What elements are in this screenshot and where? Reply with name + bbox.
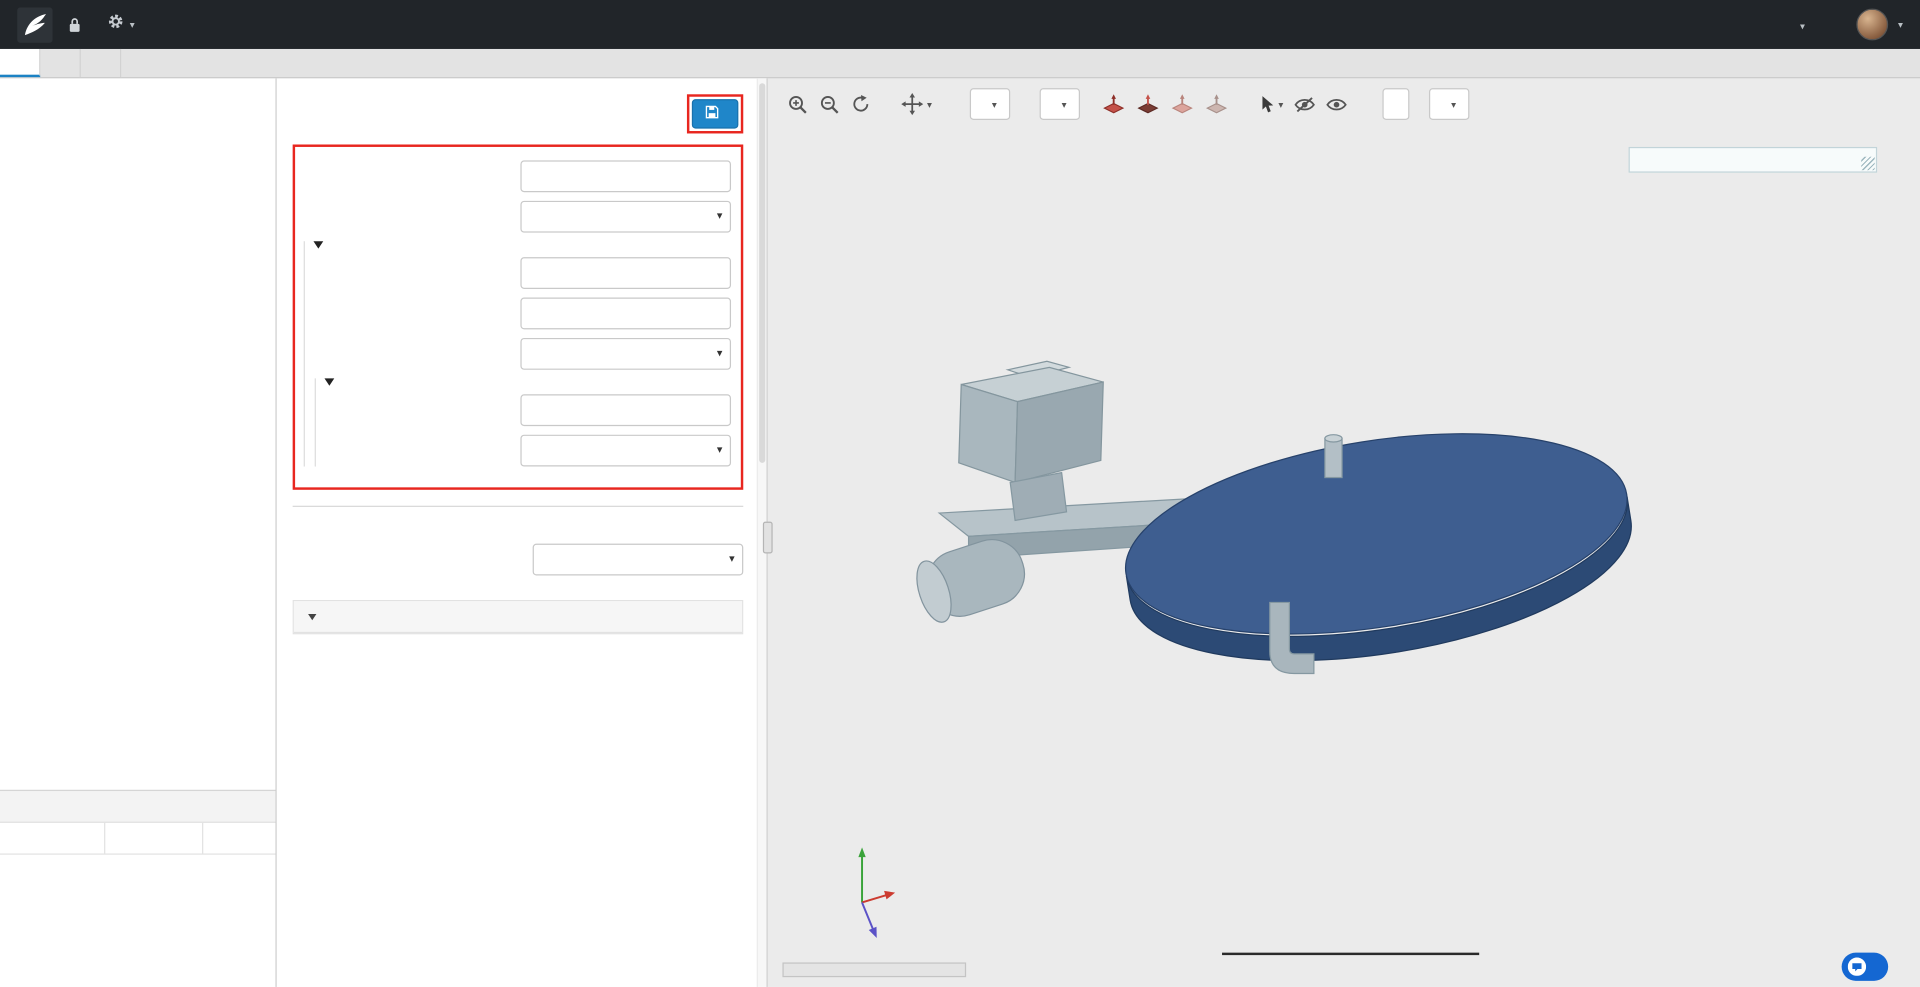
level-min-input[interactable] <box>520 257 731 289</box>
column-assigned[interactable] <box>294 613 401 620</box>
refinement-form <box>293 144 744 489</box>
viewer-3d[interactable]: ▾ ▾ ▾ <box>768 78 1920 987</box>
chevron-down-icon: ▾ <box>927 99 932 110</box>
create-cellzone-select[interactable] <box>520 338 731 370</box>
details-nested-toggle[interactable] <box>324 378 731 385</box>
tab-mesh-creator[interactable] <box>0 49 40 77</box>
axis-triad <box>801 831 936 966</box>
tab-post-processor[interactable] <box>81 49 121 77</box>
top-navigation: ▾ ▾ <box>1723 9 1903 41</box>
clip-plane-icon-2[interactable] <box>1136 94 1159 115</box>
details-nested-section <box>315 378 731 466</box>
chevron-down-icon: ▾ <box>1451 99 1456 110</box>
navigator-title <box>0 78 276 112</box>
scrollbar-thumb[interactable] <box>759 83 765 463</box>
cellzone-name-input[interactable] <box>520 394 731 426</box>
save-button[interactable] <box>692 99 739 128</box>
zoom-out-icon[interactable] <box>819 94 840 115</box>
mesh-refinements-panel <box>277 78 768 987</box>
render-mode-select[interactable]: ▾ <box>1040 88 1080 120</box>
top-bar: ▾ ▾ ▾ <box>0 0 1920 49</box>
entity-filter-select[interactable] <box>533 544 744 576</box>
main-area: ▾ ▾ ▾ <box>0 78 1920 987</box>
column-spacer <box>203 823 275 854</box>
sort-triangle-icon <box>308 613 316 619</box>
chevron-down-icon: ▾ <box>992 99 997 110</box>
zoom-in-icon[interactable] <box>787 94 808 115</box>
report-issue-button[interactable] <box>1842 953 1889 981</box>
panel-header <box>293 78 744 134</box>
app-logo-icon[interactable] <box>17 7 53 43</box>
details-toggle[interactable] <box>313 241 731 248</box>
chevron-down-icon: ▾ <box>1278 99 1283 110</box>
column-status <box>105 823 203 854</box>
hovered-face-label <box>782 962 966 977</box>
job-status-title <box>0 790 276 823</box>
panel-resize-handle[interactable] <box>763 522 773 554</box>
rotation-zone-disc <box>1111 402 1645 692</box>
chevron-down-icon: ▾ <box>1800 21 1805 32</box>
workbench-tab-bar <box>0 49 1920 78</box>
user-menu-button[interactable]: ▾ <box>1856 9 1903 41</box>
section-divider <box>293 506 744 507</box>
navigator-panel <box>0 78 277 987</box>
triangle-down-icon <box>313 241 323 248</box>
assignment-table <box>293 600 744 634</box>
scale-bar <box>1211 953 1490 955</box>
create-set-button[interactable] <box>1383 88 1410 120</box>
gear-icon <box>107 12 125 36</box>
projection-select[interactable]: ▾ <box>970 88 1010 120</box>
show-all-icon[interactable] <box>1326 96 1347 112</box>
details-section <box>304 241 731 466</box>
scale-line <box>1222 953 1479 955</box>
drone-3d-model[interactable] <box>768 78 1920 987</box>
triangle-down-icon <box>324 378 334 385</box>
hide-selection-icon[interactable] <box>1294 96 1315 112</box>
job-status-empty-message <box>0 855 276 877</box>
save-icon <box>705 105 718 122</box>
viewer-toolbar: ▾ ▾ ▾ <box>787 88 1910 120</box>
refresh-view-icon[interactable] <box>851 94 871 114</box>
chevron-down-icon: ▾ <box>1062 99 1067 110</box>
tab-simulation-designer[interactable] <box>40 49 80 77</box>
speech-bubble-icon <box>1848 958 1866 976</box>
avatar <box>1856 9 1888 41</box>
pan-tool-button[interactable]: ▾ <box>901 93 932 115</box>
private-lock-icon <box>69 17 81 33</box>
filter-select[interactable]: ▾ <box>1429 88 1469 120</box>
name-input[interactable] <box>520 160 731 192</box>
clip-plane-icon-4[interactable] <box>1205 94 1228 115</box>
assignment-table-header <box>294 601 742 633</box>
chevron-down-icon: ▾ <box>1898 19 1903 30</box>
clip-plane-icon-1[interactable] <box>1102 94 1125 115</box>
job-status-section <box>0 790 276 987</box>
type-select[interactable] <box>520 201 731 233</box>
clip-plane-icon-3[interactable] <box>1171 94 1194 115</box>
job-status-table-header <box>0 823 276 855</box>
scene-tree-panel <box>1629 147 1878 173</box>
nav-link-help[interactable]: ▾ <box>1800 16 1805 33</box>
column-name <box>0 823 105 854</box>
annotation-box-save <box>687 94 743 133</box>
level-max-input[interactable] <box>520 298 731 330</box>
chevron-down-icon: ▾ <box>130 19 135 30</box>
cellzone-inside-select[interactable] <box>520 435 731 467</box>
scene-tree-resize-handle[interactable] <box>1861 157 1874 170</box>
app-window: ▾ ▾ ▾ <box>0 0 1920 987</box>
select-tool-button[interactable]: ▾ <box>1261 95 1283 113</box>
project-settings-button[interactable]: ▾ <box>107 12 135 36</box>
